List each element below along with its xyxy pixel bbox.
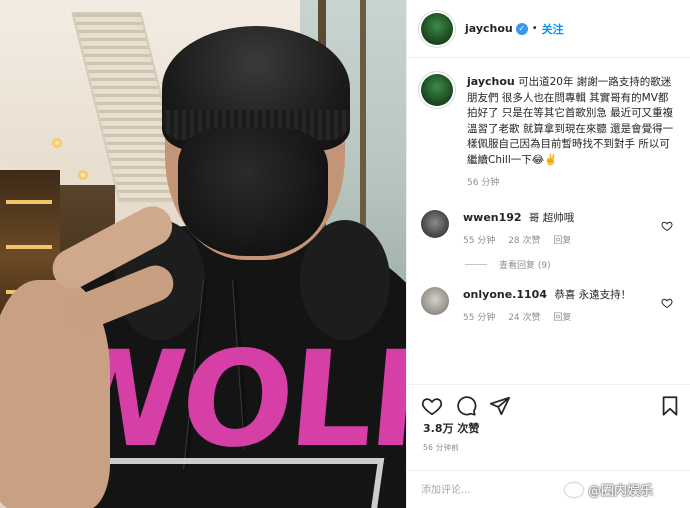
weibo-watermark: @圈内娱乐 — [565, 480, 653, 499]
post-caption-row: jaychou 可出道20年 謝謝一路支持的歌迷朋友們 很多人也在問專輯 其實哥… — [407, 58, 690, 192]
separator-dot: • — [531, 23, 538, 34]
header-username[interactable]: jaychou — [465, 22, 513, 35]
post-header: jaychou ✓ • 关注 — [407, 0, 690, 58]
comment-username[interactable]: onlyone.1104 — [463, 288, 547, 301]
comment-icon[interactable] — [455, 395, 477, 417]
hoodie-print-outline — [75, 458, 385, 508]
add-comment-input[interactable] — [421, 480, 571, 500]
comment-likes[interactable]: 28 次赞 — [508, 236, 540, 246]
avatar[interactable] — [421, 74, 453, 106]
avatar[interactable] — [421, 12, 453, 45]
caption-username[interactable]: jaychou — [467, 75, 515, 88]
comment-text: 恭喜 永遠支持！ — [554, 288, 632, 301]
reply-button[interactable]: 回复 — [553, 236, 571, 246]
comment-item: wwen192 哥 超帅哦 55 分钟 28 次赞 回复 — [407, 209, 690, 246]
comment-text: 哥 超帅哦 — [528, 211, 575, 224]
heart-icon[interactable] — [661, 220, 673, 232]
comment-item: onlyone.1104 恭喜 永遠支持！ 55 分钟 24 次赞 回复 — [407, 286, 690, 323]
shelf-light — [6, 200, 52, 204]
comment-likes[interactable]: 24 次赞 — [508, 313, 540, 323]
ceiling-lamp — [52, 138, 62, 148]
view-replies-label: 查看回复 (9) — [499, 260, 551, 271]
comments-scroll-area[interactable]: jaychou 可出道20年 謝謝一路支持的歌迷朋友們 很多人也在問專輯 其實哥… — [407, 58, 690, 384]
heart-icon[interactable] — [661, 297, 673, 309]
avatar[interactable] — [421, 209, 449, 238]
post-caption: 可出道20年 謝謝一路支持的歌迷朋友們 很多人也在問專輯 其實哥有的MV都拍好了… — [467, 76, 674, 166]
post-timestamp: 56 分钟前 — [423, 443, 460, 452]
ceiling-lamp — [78, 170, 88, 180]
likes-count[interactable]: 3.8万 次赞 — [423, 420, 479, 436]
verified-badge-icon: ✓ — [515, 22, 528, 35]
post-photo[interactable]: WOLF — [0, 0, 406, 508]
follow-button[interactable]: 关注 — [542, 21, 564, 37]
paper-plane-icon[interactable] — [489, 395, 511, 417]
comment-time: 55 分钟 — [463, 235, 496, 246]
comment-username[interactable]: wwen192 — [463, 211, 522, 224]
view-replies-button[interactable]: 查看回复 (9) — [407, 258, 690, 271]
heart-icon[interactable] — [421, 395, 443, 417]
shelf-light — [6, 245, 52, 249]
avatar[interactable] — [421, 286, 449, 315]
weibo-logo-icon — [565, 483, 583, 497]
reply-button[interactable]: 回复 — [553, 313, 571, 323]
comment-time: 55 分钟 — [463, 312, 496, 323]
post-side-panel: jaychou ✓ • 关注 jaychou 可出道20年 謝謝一路支持的歌迷朋… — [406, 0, 690, 508]
watermark-text: @圈内娱乐 — [588, 484, 654, 499]
caption-time: 56 分钟 — [467, 178, 500, 188]
black-face-mask — [178, 128, 328, 256]
replies-line — [465, 263, 487, 265]
bookmark-icon[interactable] — [659, 395, 681, 417]
